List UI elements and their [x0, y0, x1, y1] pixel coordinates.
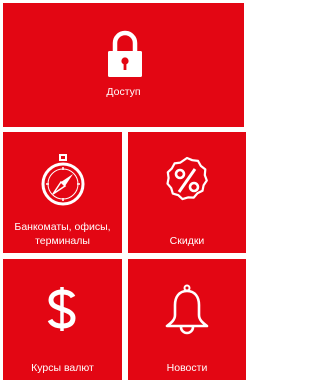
tile-atm-label: Банкоматы, офисы, терминалы — [3, 220, 122, 248]
tile-discounts-label: Скидки — [169, 235, 205, 247]
tile-discounts[interactable]: Скидки — [128, 132, 246, 253]
compass-icon — [40, 154, 86, 208]
tile-news[interactable]: Новости — [128, 259, 246, 380]
tile-atm-offices[interactable]: Банкоматы, офисы, терминалы — [3, 132, 122, 253]
tile-rates-label: Курсы валют — [31, 362, 94, 374]
percent-badge-icon — [163, 154, 211, 202]
lock-icon — [107, 30, 143, 78]
bell-icon — [163, 284, 211, 336]
tile-news-label: Новости — [166, 362, 208, 374]
tile-access[interactable]: Доступ — [3, 3, 244, 127]
tile-atm-label-line1: Банкоматы, офисы, — [14, 221, 111, 233]
tile-exchange-rates[interactable]: Курсы валют — [3, 259, 122, 380]
dollar-icon — [47, 286, 77, 332]
tile-atm-label-line2: терминалы — [35, 235, 90, 247]
tile-access-label: Доступ — [106, 86, 141, 98]
